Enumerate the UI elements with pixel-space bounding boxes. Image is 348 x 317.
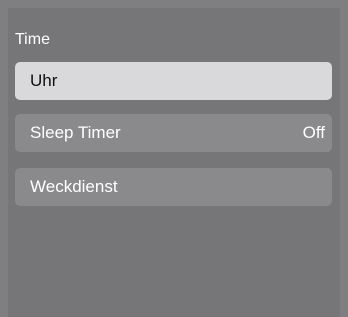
menu-item-label: Weckdienst [30,177,118,196]
menu-item-sleep-timer[interactable]: Sleep Timer Off [15,114,332,152]
menu-item-label: Uhr [30,71,58,90]
menu-item-weckdienst[interactable]: Weckdienst [15,168,332,206]
sleep-timer-value: Off [302,123,325,142]
section-title: Time [15,31,50,48]
time-menu-panel [8,8,340,317]
menu-item-label: Sleep Timer [30,123,121,142]
menu-item-uhr[interactable]: Uhr [15,62,332,100]
